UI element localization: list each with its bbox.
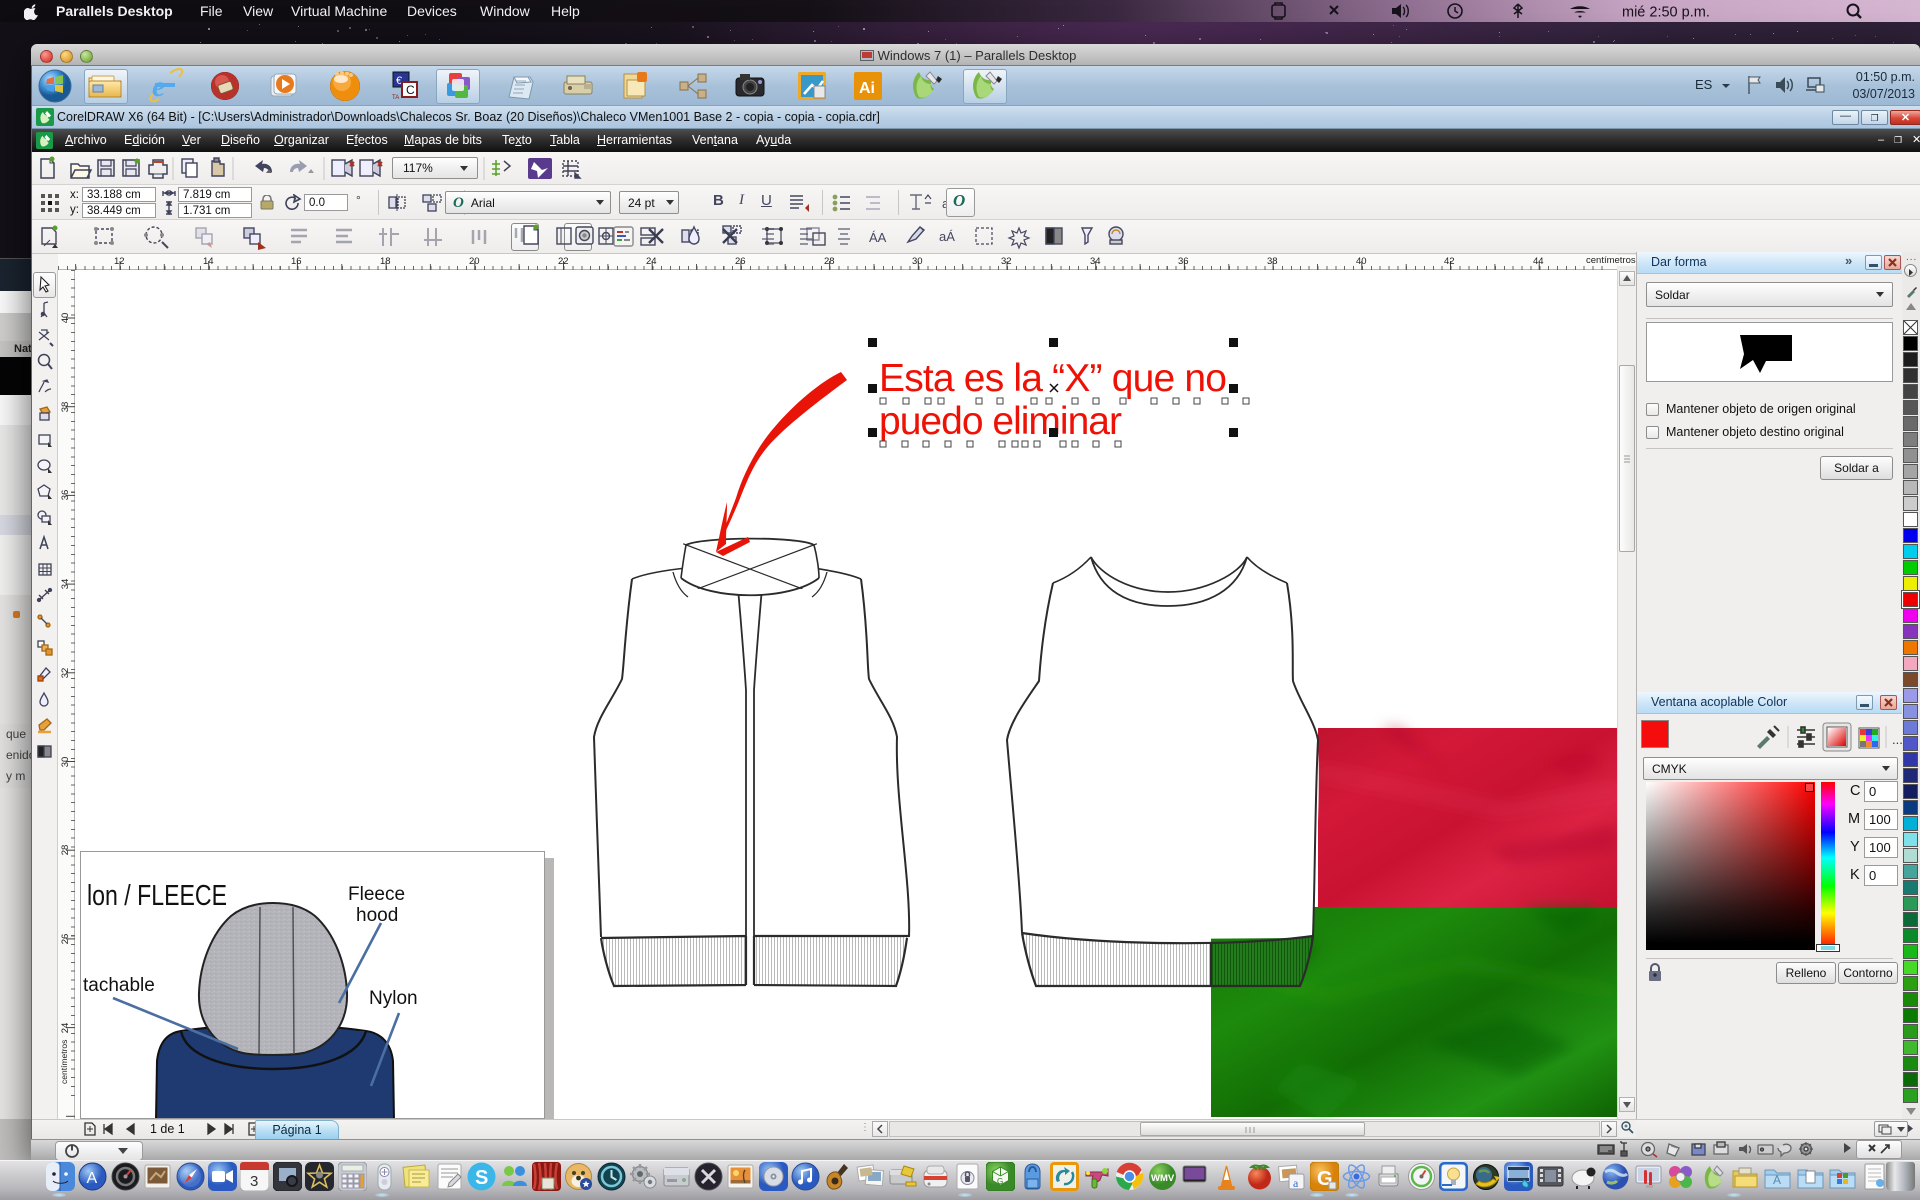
svg-text:34: 34	[60, 579, 71, 590]
svg-text:S: S	[475, 1167, 488, 1189]
svg-text:Ai: Ai	[859, 80, 875, 97]
svg-text:26: 26	[60, 934, 71, 945]
svg-text:18: 18	[380, 256, 391, 267]
svg-text:Nylon: Nylon	[369, 988, 418, 1009]
svg-text:24: 24	[646, 256, 657, 267]
svg-text:C: C	[406, 83, 415, 97]
svg-text:WMV: WMV	[1151, 1173, 1175, 1184]
svg-text:40: 40	[1356, 256, 1367, 267]
svg-text:ÁA: ÁA	[869, 230, 887, 245]
svg-text:G: G	[997, 1177, 1003, 1186]
svg-text:3: 3	[250, 1173, 258, 1190]
svg-text:32: 32	[60, 668, 71, 679]
svg-text:aÁ: aÁ	[939, 229, 955, 244]
svg-text:40: 40	[60, 313, 71, 324]
svg-text:44: 44	[1533, 256, 1544, 267]
svg-text:mié 2:50 p.m.: mié 2:50 p.m.	[1622, 5, 1710, 21]
svg-text:a: a	[1293, 1176, 1299, 1190]
svg-text:lon / FLEECE: lon / FLEECE	[87, 880, 227, 912]
svg-text:26: 26	[735, 256, 746, 267]
svg-text:28: 28	[60, 845, 71, 856]
svg-text:30: 30	[912, 256, 923, 267]
svg-text:32: 32	[1001, 256, 1012, 267]
svg-text:24: 24	[60, 1023, 71, 1034]
svg-text:14: 14	[203, 256, 214, 267]
svg-text:A: A	[1773, 1173, 1781, 1187]
svg-text:Esta es la “X” que no: Esta es la “X” que no	[879, 357, 1227, 400]
svg-text:tachable: tachable	[83, 975, 155, 996]
svg-text:38: 38	[1267, 256, 1278, 267]
svg-text:12: 12	[114, 256, 125, 267]
svg-text:42: 42	[1444, 256, 1455, 267]
svg-text:centímetros: centímetros	[59, 1040, 69, 1084]
svg-text:22: 22	[558, 256, 569, 267]
svg-text:34: 34	[1090, 256, 1101, 267]
svg-text:16: 16	[291, 256, 302, 267]
svg-text:38: 38	[60, 402, 71, 413]
svg-text:36: 36	[60, 490, 71, 501]
svg-text:A: A	[87, 1170, 98, 1187]
svg-text:20: 20	[469, 256, 480, 267]
svg-text:30: 30	[60, 757, 71, 768]
svg-text:Fleece: Fleece	[348, 884, 405, 905]
svg-text:TA: TA	[392, 95, 399, 101]
svg-text:28: 28	[824, 256, 835, 267]
svg-text:puedo eliminar: puedo eliminar	[879, 400, 1122, 443]
svg-text:36: 36	[1178, 256, 1189, 267]
svg-text:hood: hood	[356, 905, 398, 926]
